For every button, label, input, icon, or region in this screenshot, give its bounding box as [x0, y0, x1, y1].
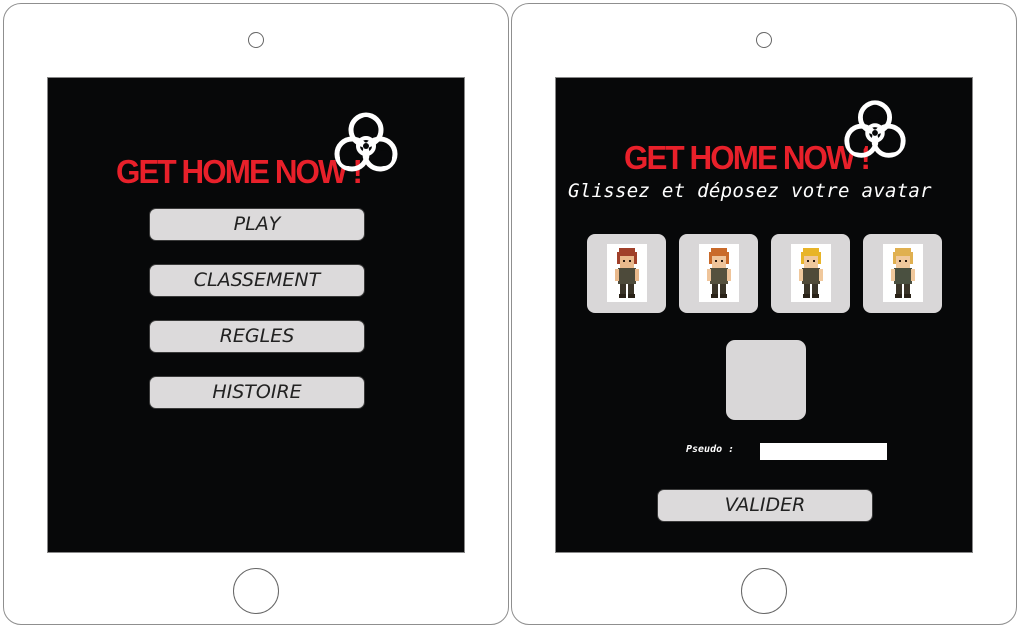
character-sprite-icon [891, 248, 915, 298]
regles-button[interactable]: REGLES [149, 320, 365, 353]
avatar-card-3[interactable] [771, 234, 850, 313]
instruction-text: Glissez et déposez votre avatar [568, 180, 932, 202]
logo-title: GET HOME NOW ! [116, 153, 363, 190]
histoire-button[interactable]: HISTOIRE [149, 376, 365, 409]
avatar-sprite-2 [699, 244, 739, 302]
avatar-sprite-4 [883, 244, 923, 302]
camera-icon [756, 32, 772, 48]
avatar-sprite-1 [607, 244, 647, 302]
avatar-sprite-3 [791, 244, 831, 302]
character-sprite-icon [799, 248, 823, 298]
biohazard-icon [844, 100, 906, 158]
logo-title: GET HOME NOW ! [624, 139, 871, 176]
avatar-screen: GET HOME NOW ! Glissez et déposez votre … [555, 77, 973, 553]
classement-button[interactable]: CLASSEMENT [149, 264, 365, 297]
play-button[interactable]: PLAY [149, 208, 365, 241]
valider-button[interactable]: VALIDER [657, 489, 873, 522]
pseudo-label: Pseudo : [686, 444, 735, 455]
menu-screen: GET HOME NOW ! PLAY CLASSEMENT REGLES HI… [47, 77, 465, 553]
avatar-card-1[interactable] [587, 234, 666, 313]
avatar-card-4[interactable] [863, 234, 942, 313]
camera-icon [248, 32, 264, 48]
home-button[interactable] [233, 568, 279, 614]
biohazard-icon [334, 112, 398, 172]
avatar-drop-zone[interactable] [726, 340, 806, 420]
home-button[interactable] [741, 568, 787, 614]
tablet-frame-avatar: GET HOME NOW ! Glissez et déposez votre … [511, 3, 1017, 625]
avatar-card-2[interactable] [679, 234, 758, 313]
character-sprite-icon [615, 248, 639, 298]
character-sprite-icon [707, 248, 731, 298]
tablet-frame-menu: GET HOME NOW ! PLAY CLASSEMENT REGLES HI… [3, 3, 509, 625]
pseudo-input[interactable] [760, 443, 887, 460]
